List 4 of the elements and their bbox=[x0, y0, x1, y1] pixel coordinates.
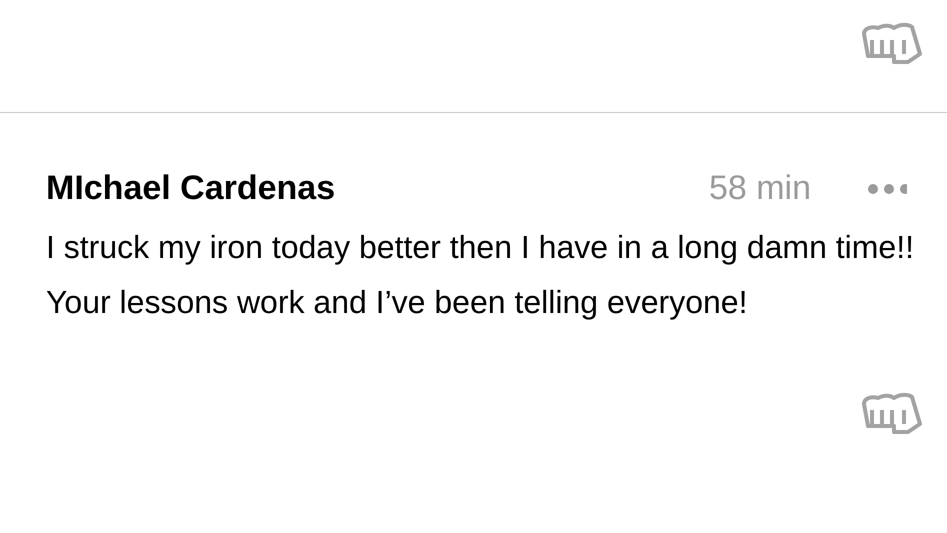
comment-text: I struck my iron today better then I have in a long damn time!! Your lessons work and I’ve been telling everyone! bbox=[46, 228, 915, 322]
comment-time: 58 min bbox=[708, 168, 811, 209]
author-name: MIchael Cardenas bbox=[46, 168, 336, 209]
more-icon[interactable] bbox=[867, 182, 907, 194]
